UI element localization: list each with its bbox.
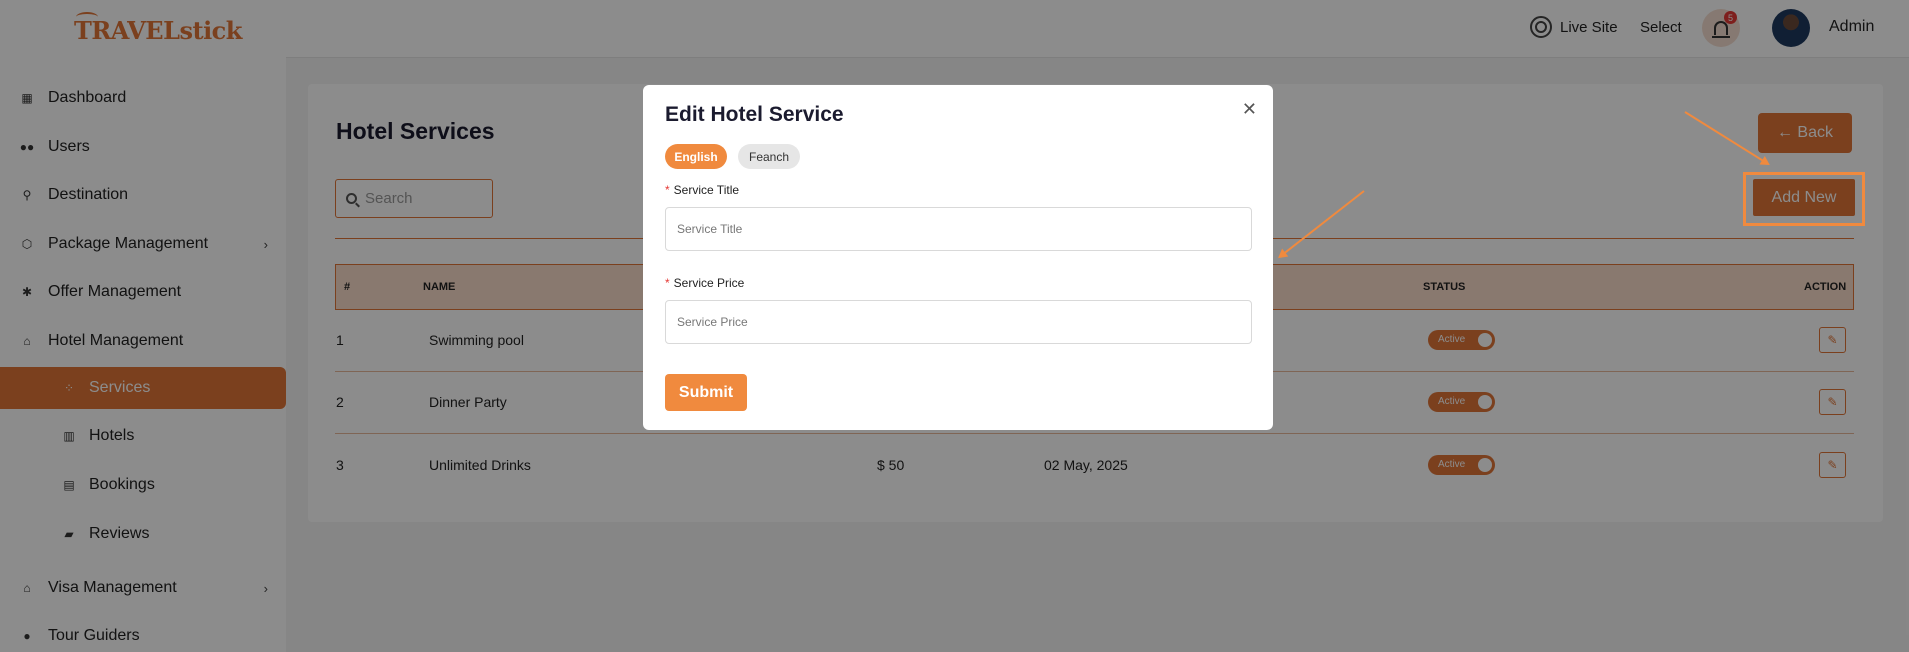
field-label-text: Service Title <box>673 183 740 197</box>
required-mark: * <box>665 276 670 290</box>
edit-hotel-service-modal: Edit Hotel Service ✕ English Feanch * Ser… <box>643 85 1273 430</box>
submit-button[interactable]: Submit <box>665 374 747 411</box>
modal-title: Edit Hotel Service <box>665 103 844 126</box>
language-tab-english[interactable]: English <box>665 144 727 169</box>
close-icon[interactable]: ✕ <box>1242 99 1257 120</box>
service-price-label: * Service Price <box>665 276 744 290</box>
service-title-input[interactable] <box>665 207 1252 251</box>
service-price-input[interactable] <box>665 300 1252 344</box>
required-mark: * <box>665 183 670 197</box>
service-title-label: * Service Title <box>665 183 739 197</box>
language-tab-french[interactable]: Feanch <box>738 144 800 169</box>
field-label-text: Service Price <box>673 276 745 290</box>
annotation-highlight-box <box>1743 172 1865 226</box>
